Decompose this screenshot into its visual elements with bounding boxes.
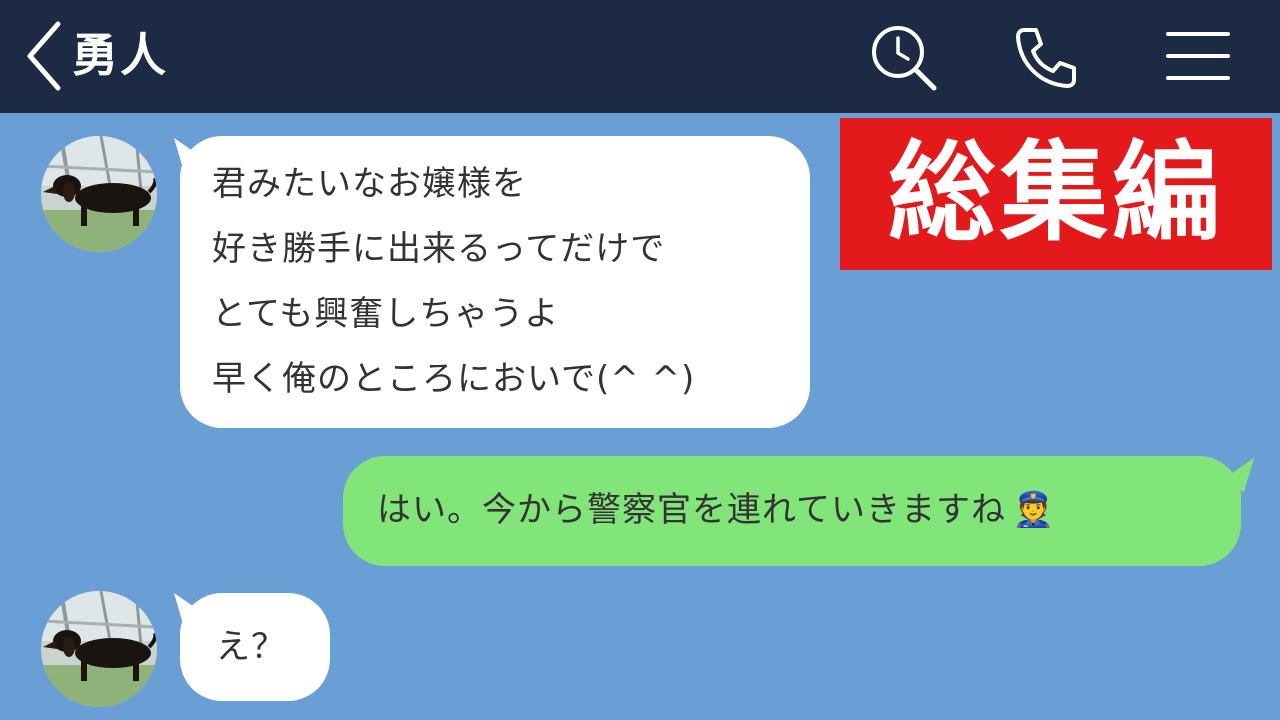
incoming-message-bubble[interactable]: 君みたいなお嬢様を 好き勝手に出来るってだけで とても興奮しちゃうよ 早く俺のと… — [180, 136, 810, 428]
incoming-message-bubble[interactable]: え？ — [180, 593, 330, 701]
menu-icon — [1166, 32, 1230, 80]
message-text: え？ — [216, 627, 286, 667]
menu-button[interactable] — [1162, 22, 1234, 94]
message-line: 君みたいなお嬢様を — [212, 164, 527, 204]
dachshund-avatar — [41, 591, 157, 707]
police-officer-emoji: 👮 — [1011, 490, 1056, 530]
chevron-left-icon — [27, 21, 61, 91]
message-line: 早く俺のところにおいで(^ ^) — [212, 359, 696, 399]
compilation-banner: 総集編 — [840, 118, 1272, 270]
chat-header: 勇人 — [0, 0, 1280, 113]
sender-avatar[interactable] — [41, 591, 157, 707]
search-button[interactable] — [866, 22, 938, 94]
chat-title: 勇人 — [72, 28, 168, 82]
message-text: はい。今から警察官を連れていきますね — [377, 490, 1006, 530]
dachshund-avatar — [41, 136, 157, 252]
phone-icon — [1016, 28, 1076, 88]
message-line: とても興奮しちゃうよ — [212, 294, 560, 334]
call-button[interactable] — [1010, 22, 1082, 94]
message-line: 好き勝手に出来るってだけで — [212, 229, 666, 269]
outgoing-message-bubble[interactable]: はい。今から警察官を連れていきますね 👮 — [343, 456, 1241, 566]
back-button[interactable] — [18, 18, 74, 94]
search-icon — [872, 26, 937, 91]
sender-avatar[interactable] — [41, 136, 157, 252]
